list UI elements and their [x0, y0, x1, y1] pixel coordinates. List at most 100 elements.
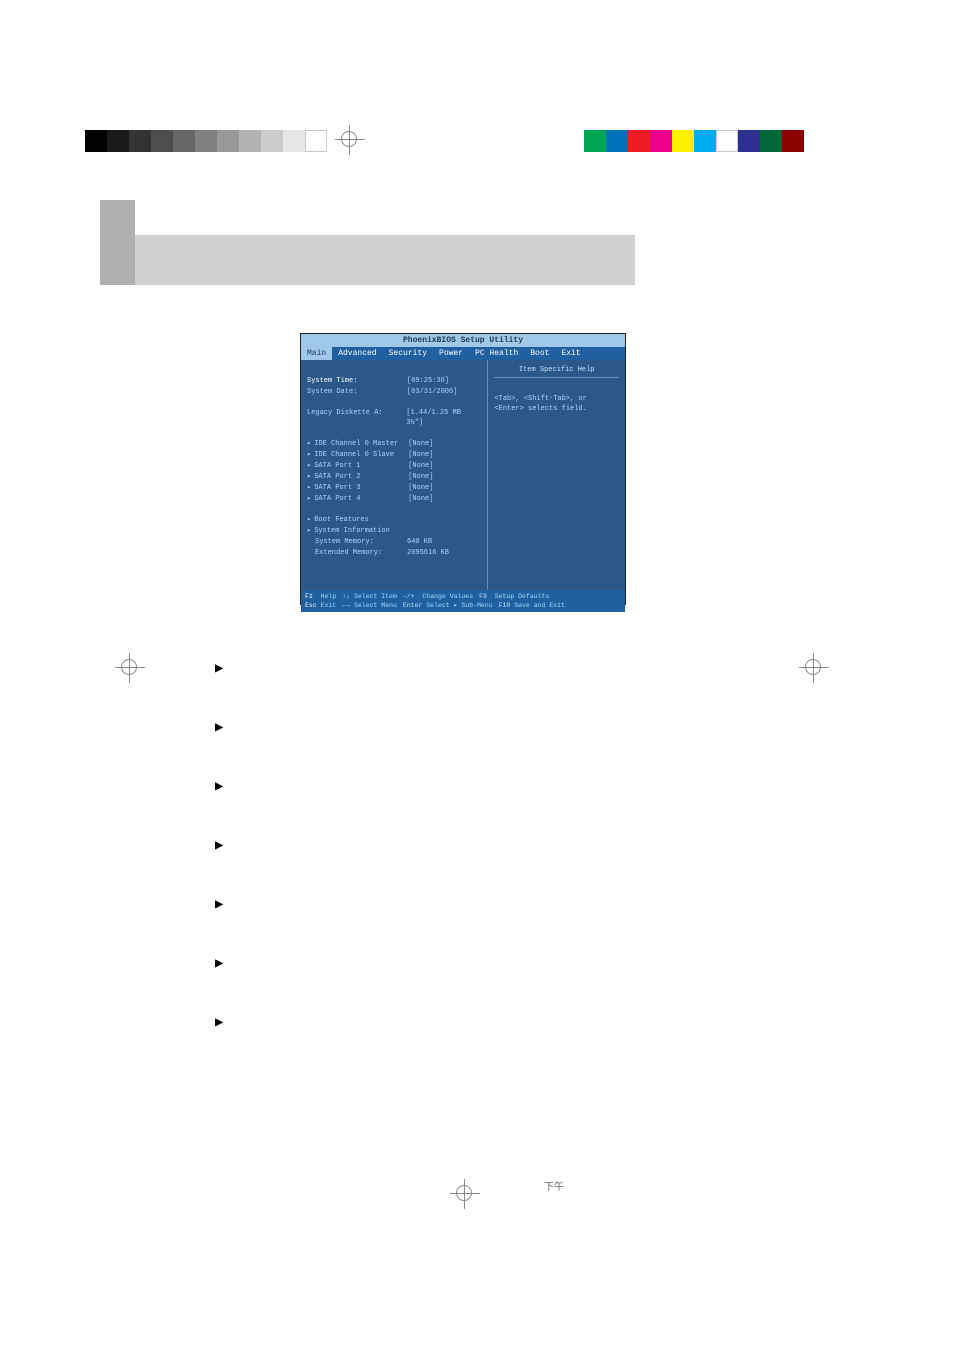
ide-slave-row[interactable]: ▸ IDE Channel 0 Slave [None] — [307, 450, 481, 460]
help-text-2: <Enter> selects field. — [494, 404, 619, 414]
header-bar-decoration — [135, 235, 635, 285]
sata2-row[interactable]: ▸ SATA Port 2 [None] — [307, 472, 481, 482]
key-lr: ←→ — [342, 602, 350, 609]
system-date-label: System Date: — [307, 387, 407, 397]
tab-boot[interactable]: Boot — [524, 347, 555, 360]
swatch — [716, 130, 738, 152]
system-info-row[interactable]: ▸ System Information — [307, 526, 481, 536]
key-f9: F9 — [479, 593, 487, 600]
system-time-value[interactable]: [09:25:36] — [407, 376, 449, 386]
swatch — [283, 130, 305, 152]
system-date-value[interactable]: [03/31/2006] — [407, 387, 457, 397]
bullet-icon: ▶ — [215, 955, 223, 972]
submenu-icon: ▸ — [307, 494, 311, 504]
sata4-row[interactable]: ▸ SATA Port 4 [None] — [307, 494, 481, 504]
extended-memory-value: 2095616 KB — [407, 548, 449, 558]
tab-security[interactable]: Security — [383, 347, 433, 360]
swatch — [650, 130, 672, 152]
bullet-icon: ▶ — [215, 1014, 223, 1031]
submenu-icon: ▸ — [307, 515, 311, 525]
system-time-row[interactable]: System Time: [09:25:36] — [307, 376, 481, 386]
system-info-label: System Information — [314, 526, 414, 536]
swatch — [239, 130, 261, 152]
ide-master-label: IDE Channel 0 Master — [314, 439, 408, 449]
key-exit: Exit — [321, 602, 337, 609]
grayscale-bar — [85, 130, 327, 152]
tab-power[interactable]: Power — [433, 347, 469, 360]
sata4-label: SATA Port 4 — [314, 494, 408, 504]
swatch — [107, 130, 129, 152]
ide-slave-label: IDE Channel 0 Slave — [314, 450, 408, 460]
key-f10: F10 — [499, 602, 511, 609]
swatch — [217, 130, 239, 152]
cmyk-bar — [584, 130, 804, 152]
registration-mark-icon — [335, 125, 365, 155]
boot-features-label: Boot Features — [314, 515, 414, 525]
print-marks — [0, 130, 954, 160]
document-bullets: ▶ ▶ ▶ ▶ ▶ ▶ ▶ — [215, 660, 223, 1073]
registration-mark-icon — [799, 653, 829, 683]
page-timestamp: 下午 — [544, 1178, 564, 1194]
key-updown: ↑↓ — [342, 593, 350, 600]
sata3-value: [None] — [408, 483, 433, 493]
bios-body: System Time: [09:25:36] System Date: [03… — [301, 360, 625, 590]
key-f1: F1 — [305, 593, 313, 600]
registration-mark-icon — [115, 653, 145, 683]
help-title: Item Specific Help — [494, 366, 619, 378]
key-select-item: Select Item — [354, 593, 397, 600]
bullet-icon: ▶ — [215, 896, 223, 913]
help-text-1: <Tab>, <Shift-Tab>, or — [494, 394, 619, 404]
tab-pc-health[interactable]: PC Health — [469, 347, 524, 360]
tab-advanced[interactable]: Advanced — [332, 347, 382, 360]
system-date-row[interactable]: System Date: [03/31/2006] — [307, 387, 481, 397]
registration-mark-icon — [450, 1179, 480, 1209]
ide-master-row[interactable]: ▸ IDE Channel 0 Master [None] — [307, 439, 481, 449]
sata1-value: [None] — [408, 461, 433, 471]
swatch — [261, 130, 283, 152]
key-select-menu: Select Menu — [354, 602, 397, 609]
legacy-diskette-value[interactable]: [1.44/1.25 MB 3½"] — [406, 408, 481, 428]
system-memory-row: System Memory: 640 KB — [307, 537, 481, 547]
swatch — [760, 130, 782, 152]
key-select-submenu: Select ▸ Sub-Menu — [426, 602, 492, 609]
legacy-diskette-row[interactable]: Legacy Diskette A: [1.44/1.25 MB 3½"] — [307, 408, 481, 428]
bullet-icon: ▶ — [215, 660, 223, 677]
swatch — [305, 130, 327, 152]
extended-memory-row: Extended Memory: 2095616 KB — [307, 548, 481, 558]
submenu-icon: ▸ — [307, 483, 311, 493]
key-change-values: Change Values — [422, 593, 473, 600]
bullet-icon: ▶ — [215, 837, 223, 854]
bios-help-panel: Item Specific Help <Tab>, <Shift-Tab>, o… — [488, 360, 625, 590]
boot-features-row[interactable]: ▸ Boot Features — [307, 515, 481, 525]
tab-exit[interactable]: Exit — [555, 347, 586, 360]
key-esc: Esc — [305, 602, 317, 609]
ide-master-value: [None] — [408, 439, 433, 449]
submenu-icon: ▸ — [307, 472, 311, 482]
swatch — [606, 130, 628, 152]
submenu-icon: ▸ — [307, 450, 311, 460]
bullet-icon: ▶ — [215, 719, 223, 736]
bios-setup-window: PhoenixBIOS Setup Utility Main Advanced … — [300, 333, 626, 605]
submenu-icon: ▸ — [307, 439, 311, 449]
key-save-exit: Save and Exit — [514, 602, 565, 609]
sata1-row[interactable]: ▸ SATA Port 1 [None] — [307, 461, 481, 471]
bios-menu-bar[interactable]: Main Advanced Security Power PC Health B… — [301, 347, 625, 360]
tab-main[interactable]: Main — [301, 347, 332, 360]
swatch — [782, 130, 804, 152]
sata3-row[interactable]: ▸ SATA Port 3 [None] — [307, 483, 481, 493]
swatch — [173, 130, 195, 152]
bullet-icon: ▶ — [215, 778, 223, 795]
sata1-label: SATA Port 1 — [314, 461, 408, 471]
key-pm: -/+ — [403, 593, 415, 600]
legacy-diskette-label: Legacy Diskette A: — [307, 408, 406, 428]
swatch — [694, 130, 716, 152]
swatch — [584, 130, 606, 152]
swatch — [129, 130, 151, 152]
swatch — [628, 130, 650, 152]
page-tab-decoration — [100, 200, 135, 285]
bios-settings-panel: System Time: [09:25:36] System Date: [03… — [301, 360, 488, 590]
submenu-icon: ▸ — [307, 526, 311, 536]
sata2-value: [None] — [408, 472, 433, 482]
system-memory-value: 640 KB — [407, 537, 432, 547]
system-time-label: System Time: — [307, 376, 407, 386]
